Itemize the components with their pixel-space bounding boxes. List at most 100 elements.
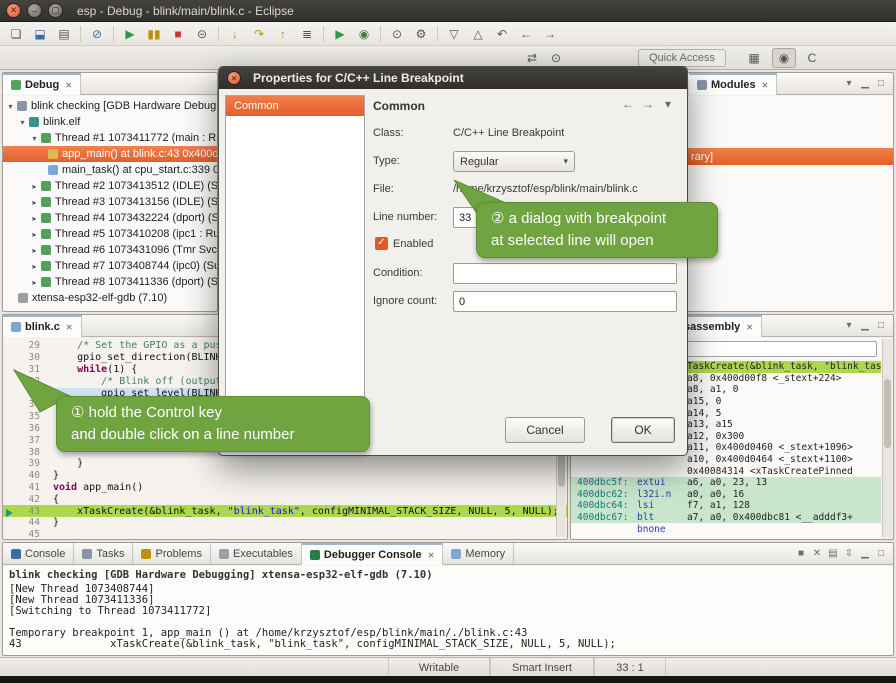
expander-icon[interactable]	[29, 230, 40, 239]
line-number[interactable]: 39	[3, 458, 47, 469]
line-number[interactable]: 41	[3, 482, 47, 493]
tab-debug[interactable]: Debug	[3, 73, 81, 95]
expander-icon[interactable]	[29, 246, 40, 255]
resume-icon[interactable]: ▶	[119, 24, 141, 44]
link-with-editor-icon[interactable]: ⇄	[521, 48, 543, 68]
step-into-icon[interactable]: ↓	[224, 24, 246, 44]
tree-item-thread2[interactable]: Thread #2 1073413512 (IDLE) (Susp	[3, 178, 217, 194]
minimize-icon[interactable]: ▁	[857, 318, 873, 334]
maximize-icon[interactable]: □	[873, 546, 889, 562]
maximize-icon[interactable]: □	[873, 318, 889, 334]
line-number[interactable]: 40	[3, 470, 47, 481]
scrollbar-thumb[interactable]	[884, 379, 891, 448]
disassembly-scrollbar[interactable]	[882, 339, 892, 537]
tab-memory[interactable]: Memory	[443, 543, 514, 565]
terminate-icon[interactable]: ■	[167, 24, 189, 44]
condition-input[interactable]	[453, 263, 677, 284]
sidebar-item-common[interactable]: Common	[226, 96, 364, 116]
cpp-perspective-icon[interactable]: C	[800, 48, 824, 68]
close-icon[interactable]	[760, 79, 769, 91]
window-maximize-button[interactable]: ▢	[48, 3, 63, 18]
tree-item-launch[interactable]: blink checking [GDB Hardware Debug	[3, 98, 217, 114]
save-icon[interactable]: ⬓	[29, 24, 51, 44]
previous-annotation-icon[interactable]: △	[467, 24, 489, 44]
code-line-current[interactable]: 43 xTaskCreate(&blink_task, "blink_task"…	[3, 505, 567, 517]
open-perspective-icon[interactable]: ▦	[742, 48, 766, 68]
cancel-button[interactable]: Cancel	[505, 417, 585, 443]
remove-launch-icon[interactable]: ✕	[809, 546, 825, 562]
expander-icon[interactable]	[17, 118, 28, 127]
maximize-icon[interactable]: □	[873, 76, 889, 92]
disassembly-line[interactable]: bnone	[571, 523, 881, 535]
minimize-icon[interactable]: ▁	[857, 546, 873, 562]
close-icon[interactable]	[426, 549, 435, 561]
tab-debugger-console[interactable]: Debugger Console	[302, 543, 444, 565]
line-number[interactable]: 42	[3, 494, 47, 505]
tree-item-thread1[interactable]: Thread #1 1073411772 (main : Runn	[3, 130, 217, 146]
expander-icon[interactable]	[29, 278, 40, 287]
line-number[interactable]: 36	[3, 423, 47, 434]
line-number[interactable]: 44	[3, 517, 47, 528]
tab-executables[interactable]: Executables	[211, 543, 302, 565]
expander-icon[interactable]	[29, 198, 40, 207]
new-wizard-icon[interactable]: ❏	[5, 24, 27, 44]
tree-item-elf[interactable]: blink.elf	[3, 114, 217, 130]
expander-icon[interactable]	[29, 182, 40, 191]
back-icon[interactable]: ←	[515, 24, 537, 44]
view-menu-icon[interactable]: ▾	[659, 95, 677, 113]
ignore-count-input[interactable]	[453, 291, 677, 312]
external-tools-icon[interactable]: ⚙	[410, 24, 432, 44]
tab-problems[interactable]: Problems	[133, 543, 210, 565]
disassembly-line-selected[interactable]: 400dbc62: l32i.n a0, a0, 16	[571, 489, 881, 501]
tab-blink-c[interactable]: blink.c	[3, 315, 82, 337]
window-close-button[interactable]: ✕	[6, 3, 21, 18]
view-menu-icon[interactable]: ▾	[841, 76, 857, 92]
skip-all-breakpoints-icon[interactable]: ⊘	[86, 24, 108, 44]
type-select[interactable]: Regular	[453, 151, 575, 172]
tree-item-thread6[interactable]: Thread #6 1073431096 (Tmr Svc) (S	[3, 242, 217, 258]
minimize-icon[interactable]: ▁	[857, 76, 873, 92]
next-annotation-icon[interactable]: ▽	[443, 24, 465, 44]
step-over-icon[interactable]: ↷	[248, 24, 270, 44]
forward-icon[interactable]: →	[539, 24, 561, 44]
code-line[interactable]: 45	[3, 529, 567, 540]
forward-icon[interactable]: →	[639, 95, 657, 113]
tree-item-thread4[interactable]: Thread #4 1073432224 (dport) (Sus	[3, 210, 217, 226]
expander-icon[interactable]	[29, 214, 40, 223]
debug-perspective-icon[interactable]: ◉	[772, 48, 796, 68]
last-edit-location-icon[interactable]: ↶	[491, 24, 513, 44]
disassembly-line-selected[interactable]: 400dbc5f: extui a6, a0, 23, 13	[571, 477, 881, 489]
tab-modules[interactable]: Modules	[689, 73, 777, 95]
code-line[interactable]: 41 void app_main()	[3, 482, 567, 494]
tree-item-thread8[interactable]: Thread #8 1073411336 (dport) (Sus	[3, 274, 217, 290]
code-line[interactable]: 40 }	[3, 470, 567, 482]
search-icon[interactable]: ⊙	[386, 24, 408, 44]
expander-icon[interactable]	[5, 102, 16, 111]
tree-item-thread7[interactable]: Thread #7 1073408744 (ipc0) (Susp	[3, 258, 217, 274]
tree-item-frame-app-main[interactable]: app_main() at blink.c:43 0x400db	[3, 146, 217, 162]
disassembly-line-selected[interactable]: 400dbc67: blt a7, a0, 0x400dbc81 <__addd…	[571, 512, 881, 524]
code-line[interactable]: 44 }	[3, 517, 567, 529]
view-menu-icon[interactable]: ▾	[841, 318, 857, 334]
tab-console[interactable]: Console	[3, 543, 74, 565]
tree-item-gdb[interactable]: xtensa-esp32-elf-gdb (7.10)	[3, 290, 217, 306]
tree-item-frame-main-task[interactable]: main_task() at cpu_start.c:339 0x4	[3, 162, 217, 178]
line-number[interactable]: 29	[3, 340, 47, 351]
instruction-stepping-icon[interactable]: ≣	[296, 24, 318, 44]
debug-icon[interactable]: ◉	[353, 24, 375, 44]
line-number[interactable]: 45	[3, 529, 47, 540]
ok-button[interactable]: OK	[611, 417, 675, 443]
code-line[interactable]: 42 {	[3, 493, 567, 505]
disconnect-icon[interactable]: ⊝	[191, 24, 213, 44]
suspend-icon[interactable]: ▮▮	[143, 24, 165, 44]
close-icon[interactable]	[63, 79, 72, 91]
line-number[interactable]: 38	[3, 447, 47, 458]
disassembly-line[interactable]: 0x40084314 <xTaskCreatePinned	[571, 465, 881, 477]
line-number[interactable]: 37	[3, 435, 47, 446]
window-minimize-button[interactable]: –	[27, 3, 42, 18]
code-line[interactable]: 39 }	[3, 458, 567, 470]
pin-editor-icon[interactable]: ⊙	[545, 48, 567, 68]
disassembly-line-selected[interactable]: 400dbc64: lsi f7, a1, 128	[571, 500, 881, 512]
expander-icon[interactable]	[29, 134, 40, 143]
close-icon[interactable]	[744, 321, 753, 333]
